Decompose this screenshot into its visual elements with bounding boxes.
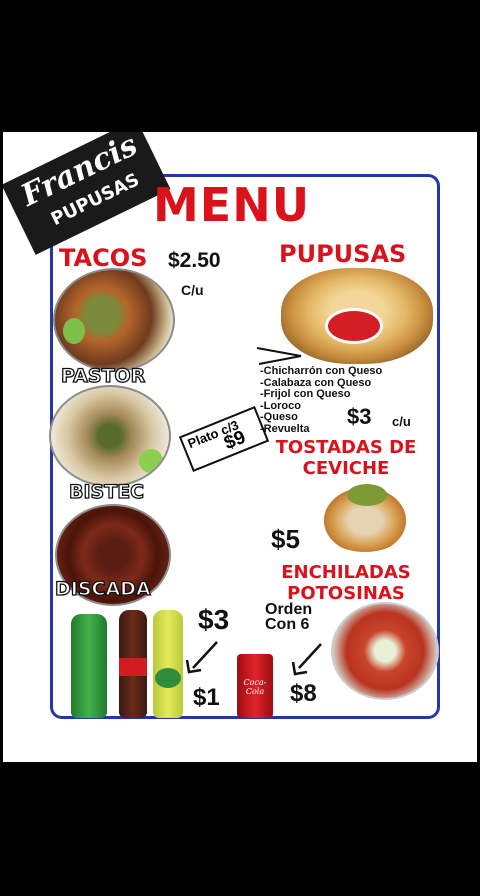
taco-pastor-photo [53,268,175,372]
taco-pastor-label: PASTOR [60,364,146,387]
jarritos-bottle [153,610,183,718]
enchiladas-price: $8 [290,680,317,707]
coca-cola-can: Coca-Cola [237,654,273,718]
taco-discada-label: DISCADA [54,577,151,600]
tacos-unit: C/u [181,282,204,298]
tostadas-heading-line2: CEVICHE [302,458,390,479]
enchiladas-arrow-icon [291,643,322,676]
pupusas-unit: c/u [392,414,411,429]
tostada-photo [317,482,413,552]
enchiladas-order-line1: Orden [265,601,313,618]
pupusas-heading: PUPUSAS [279,240,407,268]
enchiladas-heading-line1: ENCHILADAS [281,562,411,583]
avocado-icon [347,484,387,506]
coca-cola-bottle [119,610,147,718]
taco-bistec-photo [49,385,171,487]
pupusas-price: $3 [347,404,372,429]
tacos-price: $2.50 [168,249,221,272]
menu-flyer: Francis PUPUSAS MENU TACOS $2.50 C/u Pla… [3,132,477,762]
salsa-bowl-icon [325,308,383,344]
tostadas-price: $5 [271,524,300,554]
pupusa-filling: -Chicharrón con Queso [260,365,383,377]
taco-bistec-label: BISTEC [68,480,145,503]
enchiladas-order-line2: Con 6 [265,616,310,633]
menu-title: MENU [153,178,311,232]
bottle-price: $3 [198,604,230,635]
bottle-arrow-icon [185,641,218,674]
tostadas-heading-line1: TOSTADAS DE [275,437,417,458]
lime-icon [63,318,85,344]
lime-icon [139,449,163,473]
enchiladas-photo [331,602,439,700]
bottle-label [119,658,147,676]
enchiladas-order: Orden Con 6 [265,601,313,633]
bottle-label [155,668,181,688]
sprite-bottle [71,614,107,718]
can-brand: Coca-Cola [243,678,267,696]
enchiladas-heading: ENCHILADAS POTOSINAS [271,562,421,604]
pupusas-photo [281,268,433,364]
tostadas-heading: TOSTADAS DE CEVICHE [271,437,421,479]
can-price: $1 [193,684,220,711]
